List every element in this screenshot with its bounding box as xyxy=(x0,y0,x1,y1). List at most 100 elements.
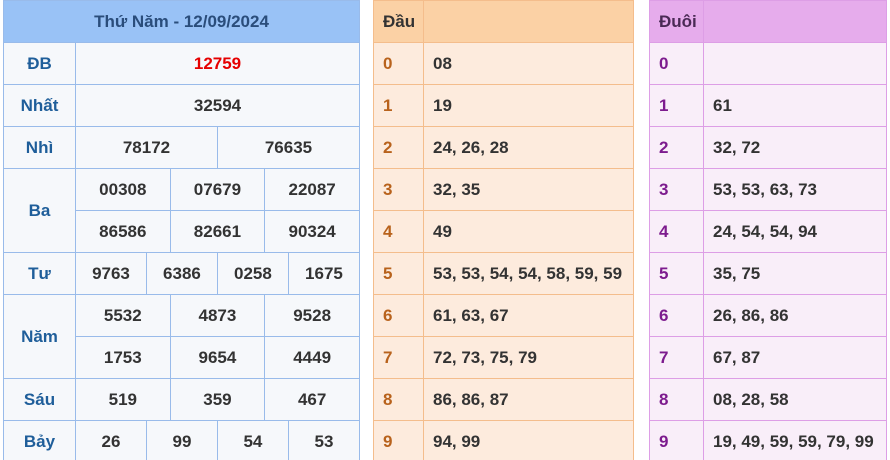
dau-values: 24, 26, 28 xyxy=(423,126,634,169)
prize-row-sau: Sáu 519 359 467 xyxy=(3,378,361,421)
duoi-header-blank xyxy=(703,0,887,43)
prize-row-nhi: Nhì 78172 76635 xyxy=(3,126,361,169)
duoi-values: 67, 87 xyxy=(703,336,887,379)
duoi-table: Đuôi 0 1 61 2 32, 72 3 53, 53, 63, 73 4 24, … xyxy=(649,0,887,460)
dau-digit: 7 xyxy=(373,336,424,379)
duoi-values: 24, 54, 54, 94 xyxy=(703,210,887,253)
duoi-values: 19, 49, 59, 59, 79, 99 xyxy=(703,420,887,460)
lottery-results-panel: Thứ Năm - 12/09/2024 ĐB 12759 Nhất 32594… xyxy=(0,0,890,460)
dau-digit: 3 xyxy=(373,168,424,211)
prize-label-bay: Bảy xyxy=(3,420,76,460)
dau-row: 2 24, 26, 28 xyxy=(373,126,634,169)
prize-row-bay: Bảy 26 99 54 53 xyxy=(3,420,361,460)
prize-number: 90324 xyxy=(264,210,361,253)
prize-number: 07679 xyxy=(169,168,266,211)
prize-number: 9654 xyxy=(169,336,266,379)
dau-row: 5 53, 53, 54, 54, 58, 59, 59 xyxy=(373,252,634,295)
prize-row-nhat: Nhất 32594 xyxy=(3,84,361,127)
prize-number: 99 xyxy=(145,420,218,460)
duoi-digit: 7 xyxy=(649,336,704,379)
prize-number: 4873 xyxy=(169,294,266,337)
dau-header-row: Đầu xyxy=(373,0,634,43)
dau-row: 7 72, 73, 75, 79 xyxy=(373,336,634,379)
dau-digit: 0 xyxy=(373,42,424,85)
prize-number: 359 xyxy=(169,378,266,421)
prize-number: 22087 xyxy=(264,168,361,211)
dau-row: 0 08 xyxy=(373,42,634,85)
prize-number: 519 xyxy=(75,378,171,421)
dau-row: 4 49 xyxy=(373,210,634,253)
prize-number: 78172 xyxy=(75,126,218,169)
prize-label-nam: Năm xyxy=(3,294,76,379)
dau-digit: 8 xyxy=(373,378,424,421)
dau-values: 72, 73, 75, 79 xyxy=(423,336,634,379)
prize-number: 1753 xyxy=(75,336,171,379)
duoi-row: 4 24, 54, 54, 94 xyxy=(649,210,887,253)
dau-digit: 6 xyxy=(373,294,424,337)
prize-number: 00308 xyxy=(75,168,171,211)
duoi-values: 61 xyxy=(703,84,887,127)
prize-number: 86586 xyxy=(75,210,171,253)
prize-number: 1675 xyxy=(287,252,361,295)
dau-values: 32, 35 xyxy=(423,168,634,211)
duoi-digit: 9 xyxy=(649,420,704,460)
dau-header-blank xyxy=(423,0,634,43)
duoi-row: 7 67, 87 xyxy=(649,336,887,379)
prize-number: 53 xyxy=(287,420,361,460)
duoi-row: 3 53, 53, 63, 73 xyxy=(649,168,887,211)
prize-label-tu: Tư xyxy=(3,252,76,295)
duoi-values: 08, 28, 58 xyxy=(703,378,887,421)
duoi-row: 6 26, 86, 86 xyxy=(649,294,887,337)
duoi-row: 5 35, 75 xyxy=(649,252,887,295)
duoi-values: 26, 86, 86 xyxy=(703,294,887,337)
duoi-header-row: Đuôi xyxy=(649,0,887,43)
dau-digit: 9 xyxy=(373,420,424,460)
prize-label-sau: Sáu xyxy=(3,378,76,421)
special-prize-number: 12759 xyxy=(74,42,361,85)
dau-row: 8 86, 86, 87 xyxy=(373,378,634,421)
prize-row-nam: Năm 5532 4873 9528 xyxy=(3,294,361,379)
duoi-values: 35, 75 xyxy=(703,252,887,295)
dau-values: 53, 53, 54, 54, 58, 59, 59 xyxy=(423,252,634,295)
duoi-row: 2 32, 72 xyxy=(649,126,887,169)
results-table: Thứ Năm - 12/09/2024 ĐB 12759 Nhất 32594… xyxy=(2,0,361,460)
duoi-row: 8 08, 28, 58 xyxy=(649,378,887,421)
duoi-digit: 3 xyxy=(649,168,704,211)
prize-number: 26 xyxy=(75,420,147,460)
dau-digit: 1 xyxy=(373,84,424,127)
prize-number: 4449 xyxy=(264,336,361,379)
dau-row: 6 61, 63, 67 xyxy=(373,294,634,337)
duoi-values: 53, 53, 63, 73 xyxy=(703,168,887,211)
duoi-row: 1 61 xyxy=(649,84,887,127)
dau-digit: 5 xyxy=(373,252,424,295)
prize-row-db: ĐB 12759 xyxy=(3,42,361,85)
duoi-digit: 4 xyxy=(649,210,704,253)
dau-row: 3 32, 35 xyxy=(373,168,634,211)
prize-label-ba: Ba xyxy=(3,168,76,253)
dau-row: 9 94, 99 xyxy=(373,420,634,460)
prize-row-tu: Tư 9763 6386 0258 1675 xyxy=(3,252,361,295)
duoi-header-label: Đuôi xyxy=(649,0,704,43)
duoi-digit: 5 xyxy=(649,252,704,295)
duoi-row: 0 xyxy=(649,42,887,85)
prize-number: 76635 xyxy=(216,126,361,169)
duoi-digit: 2 xyxy=(649,126,704,169)
dau-table: Đầu 0 08 1 19 2 24, 26, 28 3 32, 35 4 49 5 53,… xyxy=(373,0,634,460)
dau-digit: 4 xyxy=(373,210,424,253)
duoi-row: 9 19, 49, 59, 59, 79, 99 xyxy=(649,420,887,460)
dau-values: 86, 86, 87 xyxy=(423,378,634,421)
duoi-values xyxy=(703,42,887,85)
prize-row-ba: Ba 00308 07679 22087 xyxy=(3,168,361,253)
dau-values: 94, 99 xyxy=(423,420,634,460)
prize-number: 54 xyxy=(216,420,289,460)
duoi-values: 32, 72 xyxy=(703,126,887,169)
results-date-title: Thứ Năm - 12/09/2024 xyxy=(2,0,361,43)
prize-number: 9528 xyxy=(264,294,361,337)
prize-label-nhi: Nhì xyxy=(3,126,76,169)
dau-digit: 2 xyxy=(373,126,424,169)
prize-number: 5532 xyxy=(75,294,171,337)
prize-label-db: ĐB xyxy=(3,42,76,85)
prize-number: 9763 xyxy=(75,252,147,295)
dau-values: 49 xyxy=(423,210,634,253)
prize-number: 82661 xyxy=(169,210,266,253)
